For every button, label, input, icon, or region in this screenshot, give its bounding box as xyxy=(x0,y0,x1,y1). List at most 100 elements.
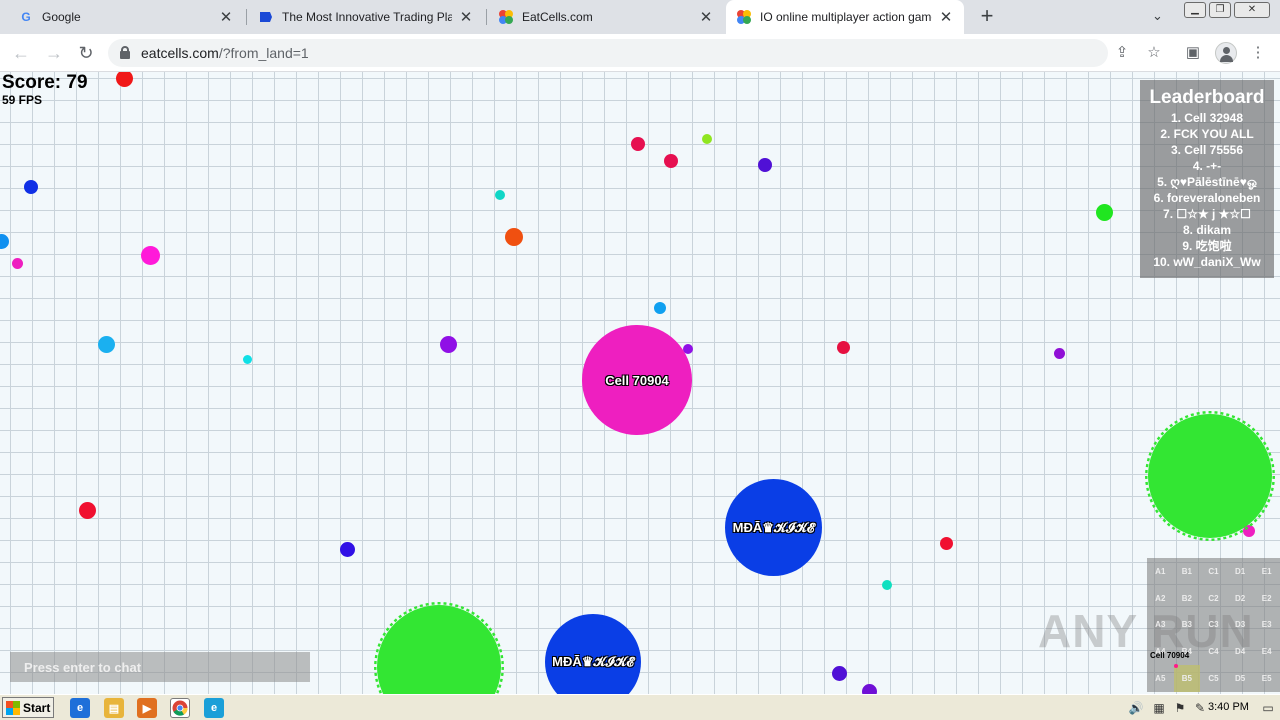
tab-title: IO online multiplayer action game. S xyxy=(760,10,932,24)
leaderboard-entry: 1. Cell 32948 xyxy=(1170,111,1244,125)
show-desktop-icon[interactable]: ▭ xyxy=(1260,700,1276,716)
food-pellet xyxy=(79,502,96,519)
food-pellet xyxy=(340,542,355,557)
security-flag-icon[interactable]: ⚑ xyxy=(1172,700,1188,716)
food-pellet xyxy=(116,72,133,87)
share-icon[interactable]: ⇪ xyxy=(1112,43,1132,63)
window-close-icon[interactable]: ✕ xyxy=(1234,2,1270,18)
food-pellet xyxy=(24,180,38,194)
minimap-cell-d5: D5 xyxy=(1234,674,1246,684)
minimap-cell-a3: A3 xyxy=(1155,620,1166,630)
reload-icon[interactable]: ↻ xyxy=(75,42,97,64)
minimap-cell-e4: E4 xyxy=(1261,647,1272,657)
minimap-player-dot xyxy=(1174,664,1178,668)
chrome-icon[interactable] xyxy=(170,698,190,718)
lock-icon xyxy=(120,46,130,59)
food-pellet xyxy=(758,158,772,172)
minimap-cell-d4: D4 xyxy=(1234,647,1246,657)
start-button[interactable]: Start xyxy=(2,697,54,718)
food-pellet xyxy=(654,302,666,314)
more-menu-icon[interactable]: ⋮ xyxy=(1248,43,1268,63)
back-arrow-icon[interactable]: ← xyxy=(10,42,32,64)
virus-cell xyxy=(1145,411,1275,541)
score-label: Score: 79 xyxy=(2,72,88,93)
chat-input[interactable]: Press enter to chat xyxy=(10,652,310,682)
google-icon: G xyxy=(21,10,31,24)
game-canvas[interactable]: Cell 70904 MĐĀ♛𝓚𝓘𝓚𝓔 MĐĀ♛𝓚𝓘𝓚𝓔 Score: 79 5… xyxy=(0,72,1280,694)
tab-eatcells[interactable]: EatCells.com ✕ xyxy=(488,0,724,34)
minimize-icon[interactable]: ▁ xyxy=(1184,2,1206,18)
minimap-cell-a1: A1 xyxy=(1155,566,1166,576)
new-tab-button[interactable]: + xyxy=(976,5,998,27)
url-text: eatcells.com/?from_land=1 xyxy=(141,45,309,61)
food-pellet xyxy=(1096,204,1113,221)
food-pellet xyxy=(702,134,712,144)
media-player-icon[interactable]: ▶ xyxy=(137,698,157,718)
leaderboard-entry: 5. ღ♥Pālēstīnē♥ஓ xyxy=(1157,175,1257,189)
player-cell-blue: MĐĀ♛𝓚𝓘𝓚𝓔 xyxy=(725,479,822,576)
leaderboard-entry: 9. 吃饱啦 xyxy=(1182,239,1232,253)
side-panel-icon[interactable]: ▣ xyxy=(1183,43,1203,63)
windows-logo-icon xyxy=(6,700,20,715)
cell-name-label: MĐĀ♛𝓚𝓘𝓚𝓔 xyxy=(732,519,815,535)
virus-body xyxy=(1148,414,1272,538)
food-pellet xyxy=(141,246,160,265)
minimap-cell-d3: D3 xyxy=(1234,620,1246,630)
food-pellet xyxy=(631,137,645,151)
leaderboard-entry: 10. wW_daniX_Ww xyxy=(1153,255,1261,269)
address-bar[interactable]: eatcells.com/?from_land=1 xyxy=(108,39,1108,67)
close-icon[interactable]: ✕ xyxy=(698,8,714,26)
restore-icon[interactable]: ❐ xyxy=(1209,2,1231,18)
minimap-cell-e1: E1 xyxy=(1261,566,1272,576)
action-center-icon[interactable]: ✎ xyxy=(1192,700,1208,716)
minimap-cell-c3: C3 xyxy=(1208,620,1219,630)
internet-explorer-icon[interactable]: e xyxy=(70,698,90,718)
tab-search-dropdown-icon[interactable]: ⌄ xyxy=(1152,8,1163,24)
close-icon[interactable]: ✕ xyxy=(458,8,474,26)
close-icon[interactable]: ✕ xyxy=(218,8,234,26)
food-pellet xyxy=(862,684,877,694)
leaderboard-entry: 8. dikam xyxy=(1182,223,1232,237)
tab-strip: G Google ✕ The Most Innovative Trading P… xyxy=(0,0,1280,34)
food-pellet xyxy=(882,580,892,590)
bookmark-star-icon[interactable]: ☆ xyxy=(1144,43,1164,63)
cell-name-label: MĐĀ♛𝓚𝓘𝓚𝓔 xyxy=(552,654,634,669)
tab-trading-platform[interactable]: The Most Innovative Trading Platform ✕ xyxy=(248,0,484,34)
minimap-cell-a2: A2 xyxy=(1155,593,1166,603)
tab-title: Google xyxy=(42,10,81,24)
network-icon[interactable]: ▦ xyxy=(1151,700,1167,716)
taskbar-clock: 3:40 PM xyxy=(1208,701,1249,713)
profile-avatar-icon[interactable] xyxy=(1215,42,1237,64)
file-explorer-icon[interactable]: ▤ xyxy=(104,698,124,718)
minimap-cell-b3: B3 xyxy=(1181,620,1192,630)
food-pellet xyxy=(664,154,678,168)
food-pellet xyxy=(837,341,850,354)
close-icon[interactable]: ✕ xyxy=(938,8,954,26)
player-cell-pink: Cell 70904 xyxy=(582,325,692,435)
edge-icon[interactable]: e xyxy=(204,698,224,718)
food-pellet xyxy=(0,234,9,249)
leaderboard-entry: 6. foreveraloneben xyxy=(1153,191,1261,205)
chat-placeholder: Press enter to chat xyxy=(24,660,142,675)
food-pellet xyxy=(495,190,505,200)
food-pellet xyxy=(243,355,252,364)
tab-io-game[interactable]: IO online multiplayer action game. S ✕ xyxy=(726,0,964,34)
minimap-cell-e3: E3 xyxy=(1261,620,1272,630)
player-cell-blue: MĐĀ♛𝓚𝓘𝓚𝓔 xyxy=(545,614,641,694)
minimap-cell-c5: C5 xyxy=(1208,674,1219,684)
windows-taskbar: Start e ▤ ▶ e 🔊 ▦ ⚑ ✎ 3:40 PM ▭ xyxy=(0,694,1280,720)
virus-cell xyxy=(374,602,504,694)
minimap-cell-c4: C4 xyxy=(1208,647,1219,657)
leaderboard-entry: 4. -+- xyxy=(1192,159,1222,173)
volume-icon[interactable]: 🔊 xyxy=(1128,700,1144,716)
minimap-cell-c2: C2 xyxy=(1208,593,1219,603)
minimap-cell-b5: B5 xyxy=(1173,665,1201,692)
minimap-cell-c1: C1 xyxy=(1208,566,1219,576)
tab-title: EatCells.com xyxy=(522,10,593,24)
tab-google[interactable]: G Google ✕ xyxy=(8,0,244,34)
minimap-cell-d2: D2 xyxy=(1234,593,1246,603)
eatcells-icon xyxy=(736,9,752,25)
minimap-cell-b2: B2 xyxy=(1181,593,1192,603)
forward-arrow-icon[interactable]: → xyxy=(43,42,65,64)
food-pellet xyxy=(1054,348,1065,359)
